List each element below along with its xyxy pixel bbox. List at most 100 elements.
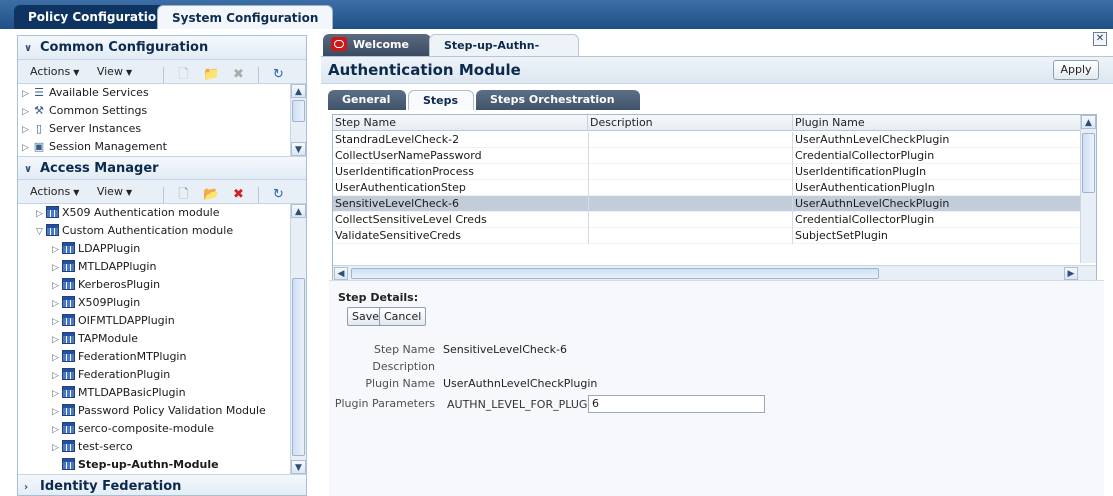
expand-icon[interactable]: ▷: [52, 421, 62, 439]
column-header-step-name[interactable]: Step Name: [333, 115, 588, 131]
expand-icon[interactable]: ▷: [22, 85, 32, 103]
collapse-icon[interactable]: ∨: [24, 37, 36, 61]
expand-icon[interactable]: ▷: [22, 139, 32, 157]
tree-item-ldapplugin[interactable]: ▷ LDAPPlugin: [18, 240, 306, 258]
tree-item-x509-authentication-module[interactable]: ▷ X509 Authentication module: [18, 204, 306, 222]
expand-icon[interactable]: ▷: [52, 403, 62, 421]
tree-item-session-management[interactable]: ▷ ▣ Session Management: [18, 138, 306, 156]
tree-item-mtldapbasicplugin[interactable]: ▷ MTLDAPBasicPlugin: [18, 384, 306, 402]
expand-icon[interactable]: ▷: [52, 241, 62, 259]
expand-icon[interactable]: ▷: [52, 259, 62, 277]
cancel-button[interactable]: Cancel: [379, 307, 427, 326]
description-label: Description: [372, 360, 435, 373]
actions-menu[interactable]: Actions ▼: [30, 65, 79, 78]
refresh-icon[interactable]: ↻: [271, 67, 287, 83]
expand-icon[interactable]: ▷: [52, 295, 62, 313]
apply-button[interactable]: Apply: [1053, 60, 1099, 80]
scroll-right-icon[interactable]: ▶: [1064, 267, 1078, 280]
new-icon[interactable]: 🗋: [176, 187, 192, 203]
tree-item-x509plugin[interactable]: ▷ X509Plugin: [18, 294, 306, 312]
expand-icon[interactable]: ▷: [52, 277, 62, 295]
table-row[interactable]: CollectSensitiveLevel Creds CredentialCo…: [333, 212, 1081, 228]
table-row[interactable]: CollectUserNamePassword CredentialCollec…: [333, 148, 1081, 164]
tree-item-test-serco[interactable]: ▷ test-serco: [18, 438, 306, 456]
expand-icon[interactable]: ▷: [52, 331, 62, 349]
table-row[interactable]: UserIdentificationProcess UserIdentifica…: [333, 164, 1081, 180]
open-folder-icon[interactable]: 📁: [203, 67, 219, 83]
collapse-icon[interactable]: ∨: [24, 158, 36, 182]
expand-icon[interactable]: ›: [24, 476, 36, 495]
view-menu[interactable]: View ▼: [97, 185, 132, 198]
plugin-icon: [62, 260, 75, 272]
expand-icon[interactable]: ▷: [22, 103, 32, 121]
table-row[interactable]: StandradLevelCheck-2 UserAuthnLevelCheck…: [333, 132, 1081, 148]
actions-menu[interactable]: Actions ▼: [30, 185, 79, 198]
table-row[interactable]: ValidateSensitiveCreds SubjectSetPlugin: [333, 228, 1081, 244]
column-header-description[interactable]: Description: [588, 115, 793, 131]
expand-icon[interactable]: ▷: [52, 313, 62, 331]
tree-item-federationmtplugin[interactable]: ▷ FederationMTPlugin: [18, 348, 306, 366]
tree-item-custom-authentication-module[interactable]: ▽ Custom Authentication module: [18, 222, 306, 240]
identity-federation-header[interactable]: › Identity Federation: [18, 474, 306, 495]
tab-steps-orchestration[interactable]: Steps Orchestration: [476, 90, 640, 110]
scroll-up-icon[interactable]: ▲: [291, 204, 306, 218]
delete-icon[interactable]: ✖: [231, 67, 247, 83]
table-row-selected[interactable]: SensitiveLevelCheck-6 UserAuthnLevelChec…: [333, 196, 1081, 212]
tree-item-kerberosplugin[interactable]: ▷ KerberosPlugin: [18, 276, 306, 294]
scroll-thumb[interactable]: [292, 100, 305, 122]
scroll-down-icon[interactable]: ▼: [291, 460, 306, 474]
tree-item-password-policy-validation-module[interactable]: ▷ Password Policy Validation Module: [18, 402, 306, 420]
tab-policy-configuration[interactable]: Policy Configuration: [14, 5, 179, 29]
tab-welcome[interactable]: Welcome: [323, 34, 431, 56]
new-icon[interactable]: 🗋: [176, 67, 192, 83]
scroll-thumb[interactable]: [1082, 133, 1095, 193]
tree-item-available-services[interactable]: ▷ ☰ Available Services: [18, 84, 306, 102]
scroll-thumb[interactable]: [351, 268, 879, 279]
expand-icon[interactable]: ▷: [52, 439, 62, 457]
table-vertical-scrollbar[interactable]: ▲: [1080, 115, 1096, 263]
scroll-thumb[interactable]: [292, 278, 305, 456]
expand-icon[interactable]: ▷: [52, 349, 62, 367]
tree-item-tapmodule[interactable]: ▷ TAPModule: [18, 330, 306, 348]
common-configuration-header[interactable]: ∨ Common Configuration: [18, 36, 306, 60]
scroll-up-icon[interactable]: ▲: [1081, 115, 1096, 129]
scroll-left-icon[interactable]: ◀: [334, 267, 348, 280]
scroll-up-icon[interactable]: ▲: [291, 84, 306, 98]
access-manager-header[interactable]: ∨ Access Manager: [18, 156, 306, 180]
tab-step-up-authn-module[interactable]: Step-up-Authn-Module: [429, 34, 579, 74]
step-details-header: Step Details:: [338, 291, 419, 304]
delete-icon[interactable]: ✖: [231, 187, 247, 203]
expand-icon[interactable]: ▷: [36, 205, 46, 223]
cell-plugin-name: UserAuthnLevelCheckPlugin: [795, 133, 950, 146]
tree-item-mtldapplugin[interactable]: ▷ MTLDAPPlugin: [18, 258, 306, 276]
common-configuration-scrollbar[interactable]: ▲ ▼: [290, 84, 306, 156]
cell-step-name: UserAuthenticationStep: [335, 181, 466, 194]
collapse-icon[interactable]: ▽: [36, 223, 46, 241]
close-page-icon[interactable]: ✕: [1093, 32, 1107, 46]
tab-general[interactable]: General: [328, 90, 406, 110]
table-row[interactable]: UserAuthenticationStep UserAuthenticatio…: [333, 180, 1081, 196]
tree-item-serco-composite-module[interactable]: ▷ serco-composite-module: [18, 420, 306, 438]
tree-item-federationplugin[interactable]: ▷ FederationPlugin: [18, 366, 306, 384]
open-folder-icon[interactable]: 📂: [203, 187, 219, 203]
scroll-down-icon[interactable]: ▼: [291, 142, 306, 156]
tree-item-step-up-authn-module[interactable]: Step-up-Authn-Module: [18, 456, 306, 474]
table-body: StandradLevelCheck-2 UserAuthnLevelCheck…: [333, 132, 1081, 244]
tab-system-configuration[interactable]: System Configuration: [157, 5, 334, 29]
toolbar-separator: [258, 187, 259, 203]
expand-icon[interactable]: ▷: [22, 121, 32, 139]
field-step-name: Step Name: [329, 342, 435, 358]
table-horizontal-scrollbar[interactable]: ◀ ▶: [333, 265, 1096, 281]
expand-icon[interactable]: ▷: [52, 367, 62, 385]
tab-steps[interactable]: Steps: [408, 90, 474, 110]
column-header-plugin-name[interactable]: Plugin Name: [793, 115, 1081, 131]
expand-icon[interactable]: ▷: [52, 385, 62, 403]
tree-item-server-instances[interactable]: ▷ ▯ Server Instances: [18, 120, 306, 138]
parameter-value-input[interactable]: 6: [588, 395, 765, 413]
view-menu[interactable]: View ▼: [97, 65, 132, 78]
access-manager-scrollbar[interactable]: ▲ ▼: [290, 204, 306, 474]
refresh-icon[interactable]: ↻: [271, 187, 287, 203]
cell-plugin-name: CredentialCollectorPlugin: [795, 149, 935, 162]
tree-item-oifmtldapplugin[interactable]: ▷ OIFMTLDAPPlugin: [18, 312, 306, 330]
tree-item-common-settings[interactable]: ▷ ⚒ Common Settings: [18, 102, 306, 120]
